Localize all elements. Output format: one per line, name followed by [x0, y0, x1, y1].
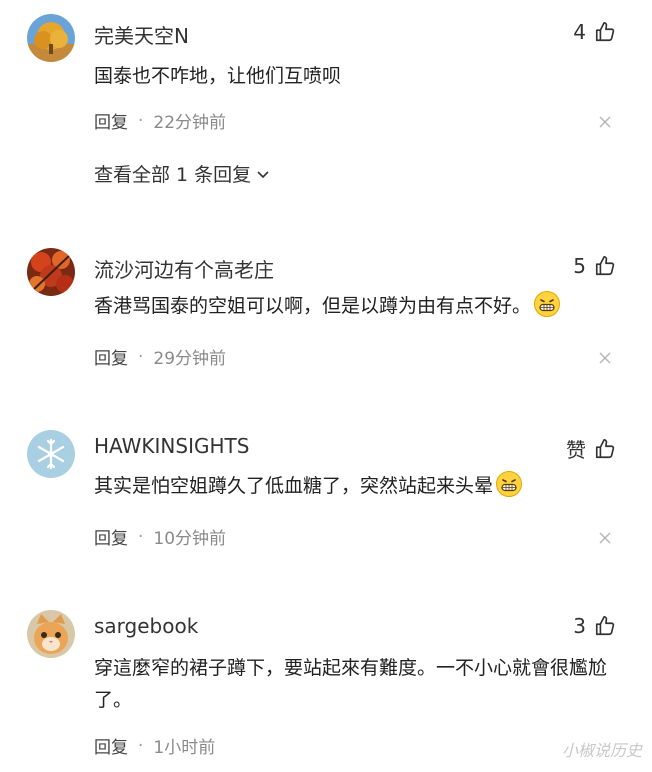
comment-meta: 回复 · 1小时前: [94, 733, 216, 759]
username[interactable]: sargebook: [94, 614, 198, 638]
meta-separator: ·: [138, 346, 144, 367]
comment-meta: 回复 · 29分钟前: [94, 344, 227, 370]
like-button[interactable]: 3: [573, 614, 616, 638]
comment-time: 29分钟前: [153, 349, 227, 369]
snowflake-icon: [27, 430, 75, 478]
like-button[interactable]: 赞: [566, 434, 616, 463]
like-button[interactable]: 4: [573, 20, 616, 44]
comment-time: 10分钟前: [153, 529, 227, 549]
username[interactable]: HAWKINSIGHTS: [94, 434, 249, 458]
comment-time: 1小时前: [153, 738, 216, 758]
meta-separator: ·: [138, 735, 144, 756]
username[interactable]: 流沙河边有个高老庄: [94, 254, 274, 283]
comment-text: 穿這麼窄的裙子蹲下，要站起來有難度。一不小心就會很尷尬了。: [94, 657, 608, 711]
red-leaves-photo: [27, 248, 75, 296]
view-all-replies[interactable]: 查看全部 1 条回复: [94, 160, 271, 187]
autumn-tree-photo: [27, 14, 75, 62]
user-avatar[interactable]: [27, 610, 75, 658]
watermark: 小椒说历史: [561, 741, 642, 760]
thumbs-up-icon: [595, 22, 615, 42]
user-avatar[interactable]: [27, 248, 75, 296]
comment-text-body: 香港骂国泰的空姐可以啊，但是以蹲为由有点不好。: [94, 295, 532, 317]
comment-text: 其实是怕空姐蹲久了低血糖了，突然站起来头晕: [94, 470, 634, 502]
thumbs-up-icon: [595, 256, 615, 276]
grin-emoji-icon: [496, 471, 523, 497]
thumbs-up-icon: [595, 438, 615, 458]
comment-time: 22分钟前: [153, 113, 227, 133]
meta-separator: ·: [138, 110, 144, 131]
reply-button[interactable]: 回复: [94, 524, 128, 549]
chevron-down-icon: [257, 170, 269, 178]
view-all-replies-label: 查看全部 1 条回复: [94, 164, 252, 186]
like-count: 4: [573, 20, 586, 44]
grin-emoji-icon: [534, 291, 561, 317]
user-avatar[interactable]: [27, 14, 75, 62]
comment-meta: 回复 · 22分钟前: [94, 108, 227, 134]
like-count: 5: [573, 254, 586, 278]
meta-separator: ·: [138, 526, 144, 547]
username[interactable]: 完美天空N: [94, 20, 189, 49]
reply-button[interactable]: 回复: [94, 108, 128, 133]
comment-text: 香港骂国泰的空姐可以啊，但是以蹲为由有点不好。: [94, 290, 634, 322]
close-icon[interactable]: [598, 115, 612, 129]
comment-meta: 回复 · 10分钟前: [94, 524, 227, 550]
close-icon[interactable]: [598, 351, 612, 365]
reply-button[interactable]: 回复: [94, 733, 128, 758]
kitten-photo: [27, 610, 75, 658]
comment-text: 国泰也不咋地，让他们互喷呗: [94, 65, 342, 87]
reply-button[interactable]: 回复: [94, 344, 128, 369]
close-icon[interactable]: [598, 531, 612, 545]
like-count: 赞: [566, 438, 586, 462]
like-button[interactable]: 5: [573, 254, 616, 278]
thumbs-up-icon: [595, 616, 615, 636]
comment-text-body: 其实是怕空姐蹲久了低血糖了，突然站起来头晕: [94, 475, 494, 497]
like-count: 3: [573, 614, 586, 638]
user-avatar[interactable]: [27, 430, 75, 478]
